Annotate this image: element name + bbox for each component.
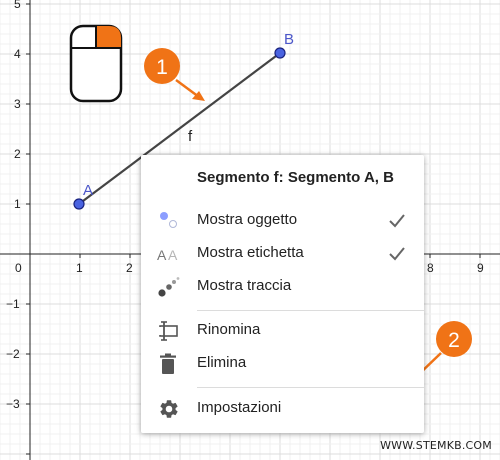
trash-icon xyxy=(160,353,176,374)
svg-text:A: A xyxy=(157,247,167,263)
point-b-label: B xyxy=(284,31,294,48)
checkmark-icon xyxy=(389,214,405,228)
y-tick-label: −3 xyxy=(6,397,20,411)
segment-label[interactable]: f xyxy=(188,128,193,145)
y-tick-label: 4 xyxy=(14,47,21,61)
point-a[interactable] xyxy=(73,198,85,210)
menu-item-delete[interactable]: Elimina xyxy=(141,348,424,380)
watermark: WWW.STEMKB.COM xyxy=(380,439,492,452)
context-menu: Segmento f: Segmento A, B Mostra oggetto… xyxy=(141,155,424,433)
y-tick-label: 5 xyxy=(14,0,21,11)
menu-item-label: Mostra etichetta xyxy=(197,244,304,261)
menu-item-show-trace[interactable]: Mostra traccia xyxy=(141,271,424,303)
menu-item-label: Mostra oggetto xyxy=(197,211,298,228)
menu-item-rename[interactable]: Rinomina xyxy=(141,315,424,347)
svg-text:A: A xyxy=(168,247,178,263)
point-b[interactable] xyxy=(274,47,286,59)
trace-icon xyxy=(158,277,180,297)
menu-divider xyxy=(197,387,424,388)
y-tick-label: 1 xyxy=(14,197,21,211)
menu-item-label: Mostra traccia xyxy=(197,277,292,294)
x-tick-label: 0 xyxy=(15,261,22,275)
mouse-right-click-icon xyxy=(69,24,123,103)
menu-item-label: Rinomina xyxy=(197,321,261,338)
x-tick-label: 8 xyxy=(427,261,434,275)
x-tick-label: 2 xyxy=(126,261,133,275)
menu-title: Segmento f: Segmento A, B xyxy=(197,169,394,186)
point-a-label: A xyxy=(83,182,93,199)
y-tick-label: 3 xyxy=(14,97,21,111)
menu-item-show-label[interactable]: A A Mostra etichetta xyxy=(141,238,424,270)
rename-icon xyxy=(158,321,178,341)
menu-divider xyxy=(197,310,424,311)
y-tick-label: −2 xyxy=(6,347,20,361)
show-object-icon xyxy=(160,212,177,228)
menu-item-label: Elimina xyxy=(197,354,247,371)
menu-item-show-object[interactable]: Mostra oggetto xyxy=(141,205,424,237)
x-tick-label: 1 xyxy=(76,261,83,275)
callout-2-number: 2 xyxy=(448,329,460,352)
checkmark-icon xyxy=(389,247,405,261)
y-tick-label: −1 xyxy=(6,297,20,311)
menu-item-label: Impostazioni xyxy=(197,399,282,416)
callout-1-number: 1 xyxy=(156,56,168,79)
y-tick-label: 2 xyxy=(14,147,21,161)
gear-icon xyxy=(160,400,178,418)
show-label-icon: A A xyxy=(157,247,178,263)
menu-item-settings[interactable]: Impostazioni xyxy=(141,393,424,425)
x-tick-label: 9 xyxy=(477,261,484,275)
